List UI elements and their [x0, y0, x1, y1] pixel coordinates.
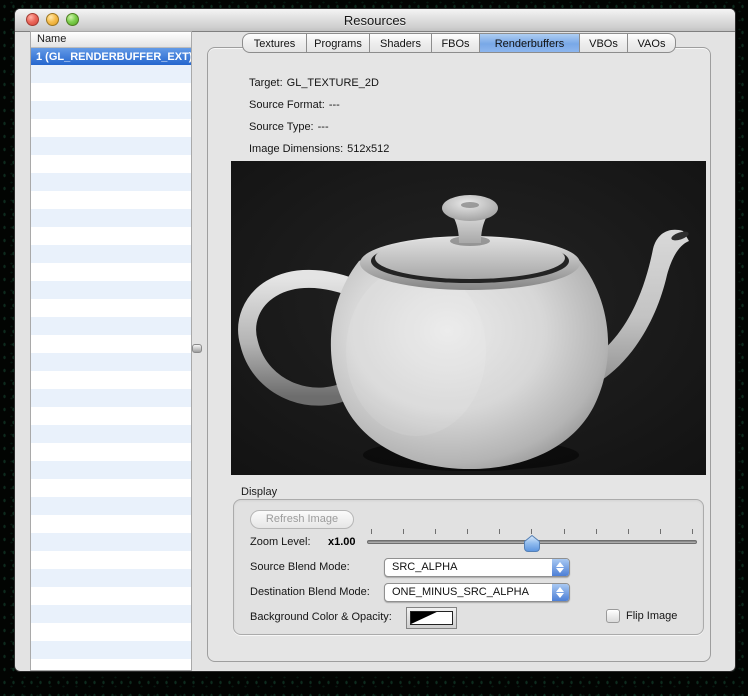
source-blend-value: SRC_ALPHA [392, 561, 457, 573]
tab-shaders[interactable]: Shaders [370, 33, 432, 53]
source-blend-select[interactable]: SRC_ALPHA [384, 558, 570, 577]
list-stripes [31, 65, 191, 670]
tab-vbos[interactable]: VBOs [580, 33, 628, 53]
tab-textures[interactable]: Textures [242, 33, 307, 53]
popup-stepper-icon [552, 559, 569, 576]
tab-programs[interactable]: Programs [307, 33, 370, 53]
tab-fbos[interactable]: FBOs [432, 33, 480, 53]
tab-vaos[interactable]: VAOs [628, 33, 676, 53]
source-format-label: Source Format: [249, 99, 325, 111]
popup-stepper-icon [552, 584, 569, 601]
target-value: GL_TEXTURE_2D [287, 77, 379, 89]
display-group-label: Display [241, 486, 277, 498]
background-color-label: Background Color & Opacity: [250, 611, 392, 623]
image-dimensions-info: Image Dimensions: 512x512 [249, 143, 389, 155]
refresh-image-button[interactable]: Refresh Image [250, 510, 354, 529]
opacity-wedge-icon [410, 611, 453, 625]
window-title: Resources [15, 13, 735, 28]
image-dimensions-label: Image Dimensions: [249, 143, 343, 155]
source-blend-label: Source Blend Mode: [250, 561, 350, 573]
dest-blend-value: ONE_MINUS_SRC_ALPHA [392, 586, 529, 598]
zoom-slider-thumb[interactable] [524, 535, 540, 552]
tab-bar: Textures Programs Shaders FBOs Renderbuf… [207, 33, 711, 53]
splitter-handle[interactable] [192, 344, 202, 353]
source-type-label: Source Type: [249, 121, 314, 133]
target-label: Target: [249, 77, 283, 89]
slider-ticks [371, 529, 693, 534]
source-format-value: --- [329, 99, 340, 111]
target-info: Target: GL_TEXTURE_2D [249, 77, 379, 89]
source-format-info: Source Format: --- [249, 99, 340, 111]
tab-renderbuffers[interactable]: Renderbuffers [480, 33, 580, 53]
flip-image-label[interactable]: Flip Image [626, 610, 677, 622]
flip-image-checkbox[interactable] [606, 609, 620, 623]
image-dimensions-value: 512x512 [347, 143, 389, 155]
source-type-value: --- [318, 121, 329, 133]
texture-preview [231, 161, 706, 475]
resource-list: Name 1 (GL_RENDERBUFFER_EXT) [30, 31, 192, 671]
title-bar[interactable]: Resources [15, 9, 735, 32]
zoom-level-label: Zoom Level: [250, 536, 311, 548]
background-color-well[interactable] [406, 607, 457, 629]
dest-blend-label: Destination Blend Mode: [250, 586, 370, 598]
source-type-info: Source Type: --- [249, 121, 329, 133]
zoom-level-value: x1.00 [328, 536, 356, 548]
resources-window: Resources Name 1 (GL_RENDERBUFFER_EXT) T… [14, 8, 736, 672]
display-group: Refresh Image Zoom Level: x1.00 Source [233, 499, 704, 635]
destination-blend-select[interactable]: ONE_MINUS_SRC_ALPHA [384, 583, 570, 602]
zoom-slider [367, 528, 697, 554]
name-column-header[interactable]: Name [31, 32, 191, 48]
list-item-renderbuffer[interactable]: 1 (GL_RENDERBUFFER_EXT) [31, 48, 191, 66]
teapot-preview-image [231, 161, 706, 475]
